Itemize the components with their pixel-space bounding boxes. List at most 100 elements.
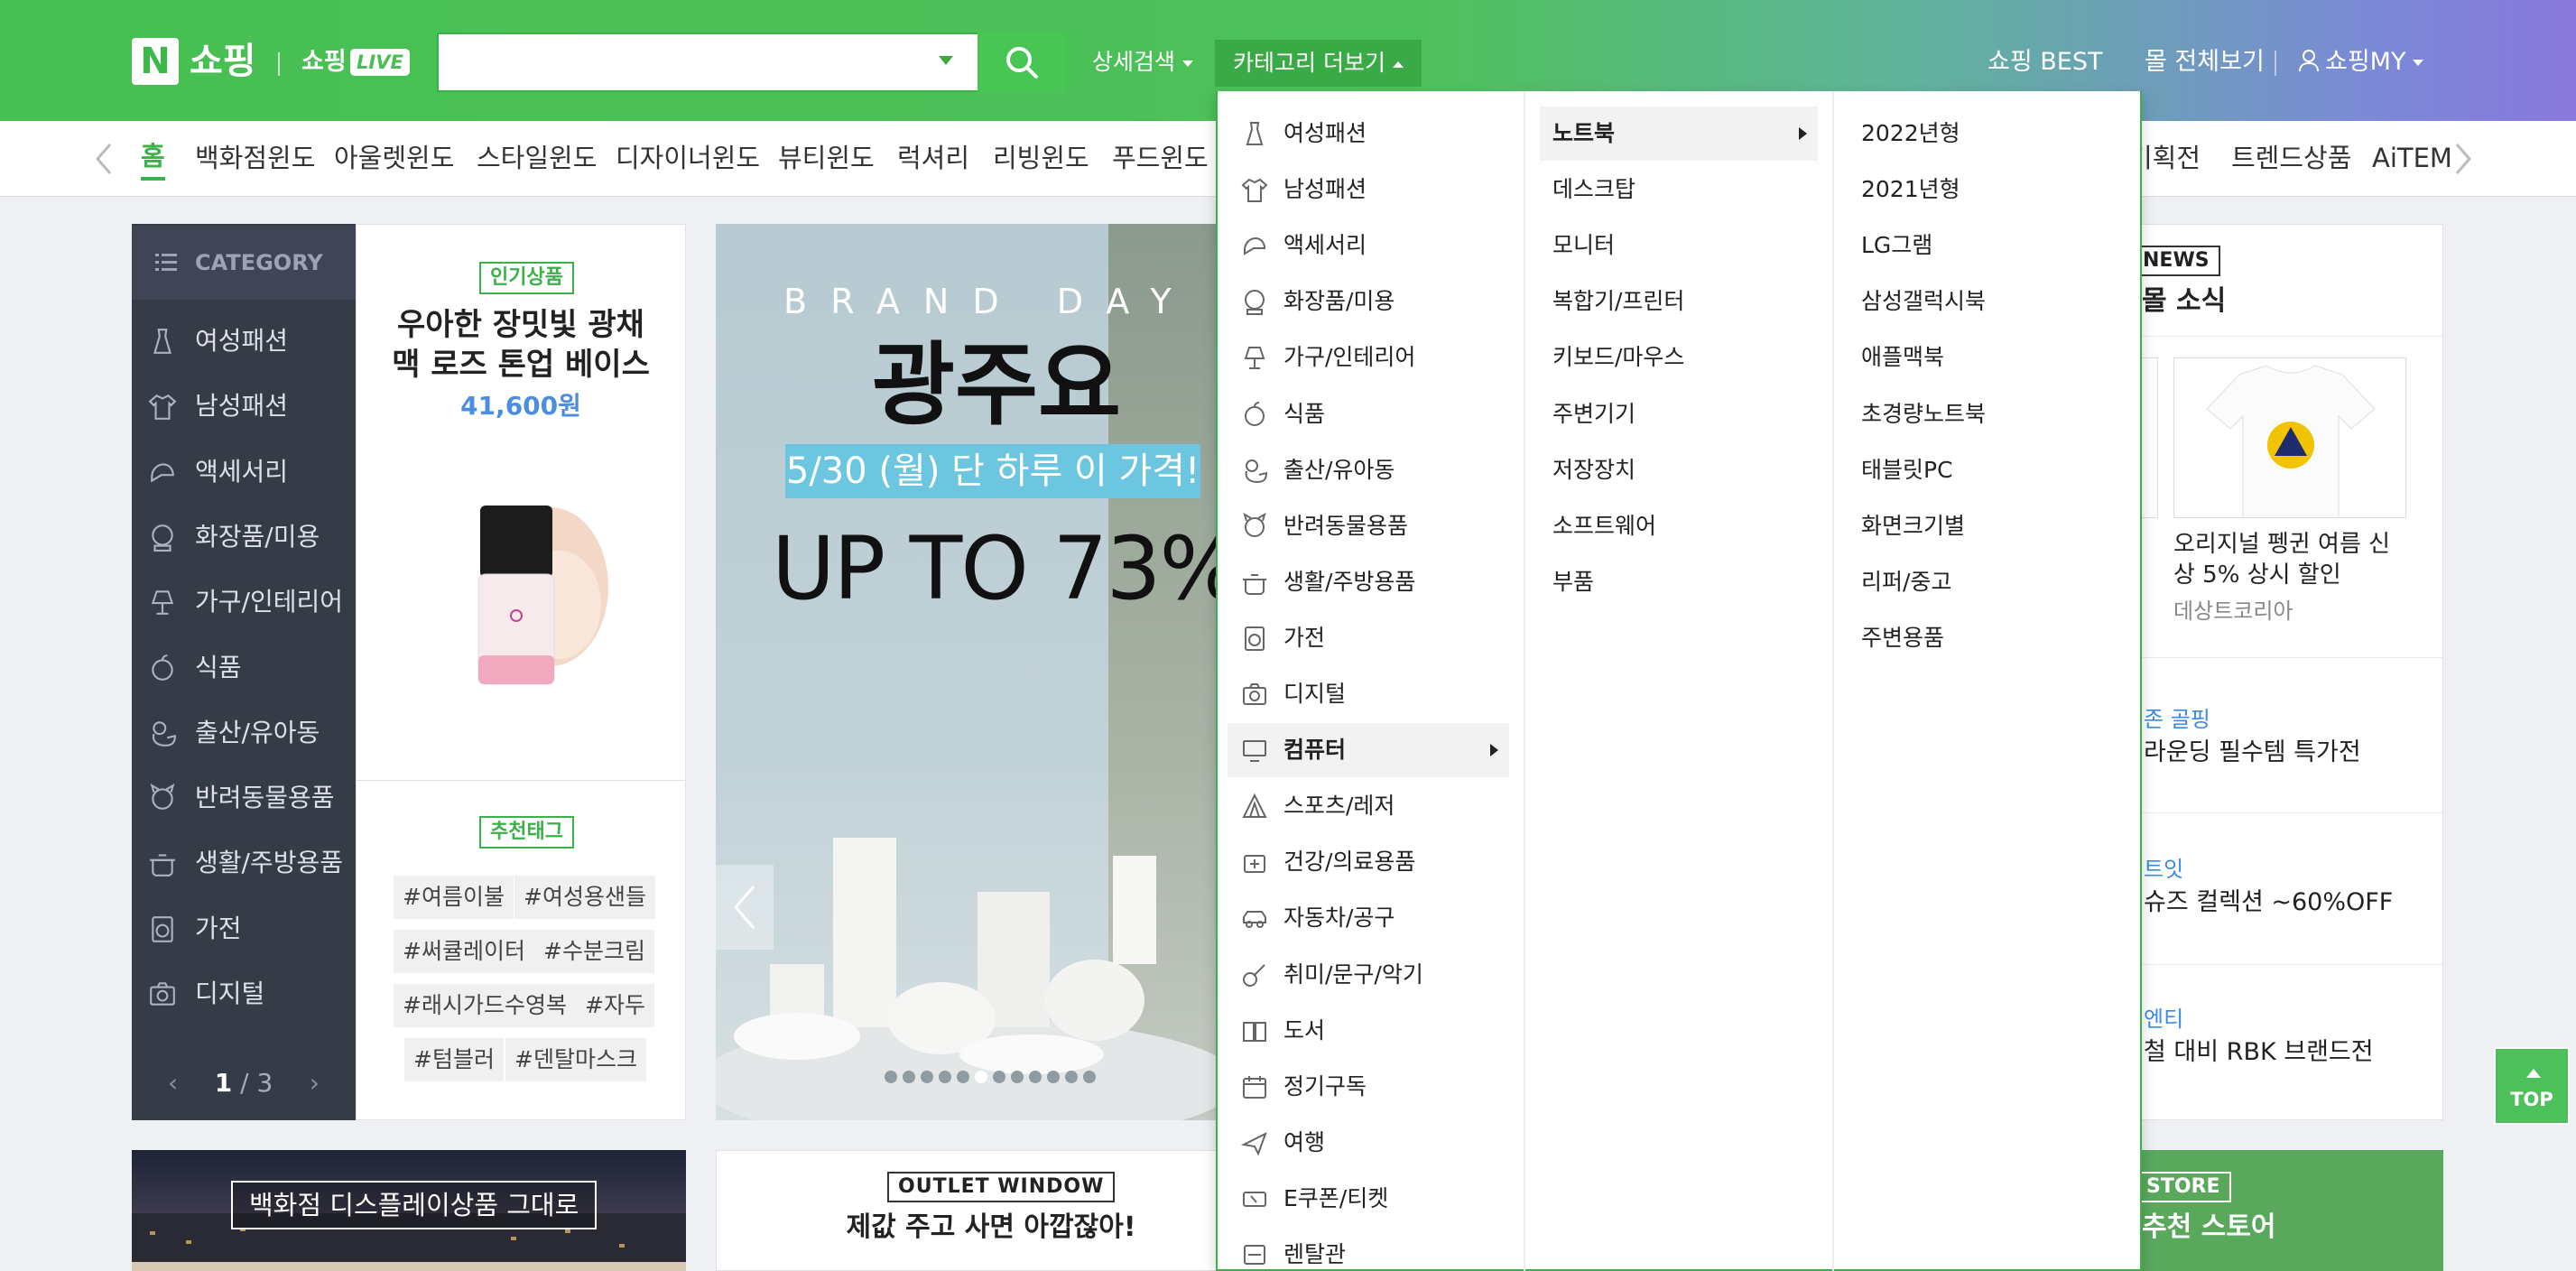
dropdown-level1-item[interactable]: 취미/문구/악기 xyxy=(1228,948,1509,1002)
naver-logo[interactable]: N xyxy=(132,38,179,85)
category-item[interactable]: 식품 xyxy=(132,636,356,700)
detail-search-button[interactable]: 상세검색 xyxy=(1092,44,1194,80)
category-item[interactable]: 남성패션 xyxy=(132,374,356,439)
news-link-mall[interactable]: 엔티 xyxy=(2144,1004,2183,1034)
hashtag-chip[interactable]: #래시가드수영복 xyxy=(394,984,576,1027)
nav-item-food[interactable]: 푸드윈도 xyxy=(1112,135,1209,181)
category-more-button[interactable]: 카테고리 더보기 xyxy=(1215,40,1422,87)
dropdown-level1-item[interactable]: 식품 xyxy=(1228,387,1509,441)
dropdown-level3-item[interactable]: LG그램 xyxy=(1849,218,2119,273)
news-link-desc[interactable]: 철 대비 RBK 브랜드전 xyxy=(2144,1036,2374,1069)
dropdown-level2-item[interactable]: 부품 xyxy=(1540,555,1818,609)
category-item[interactable]: 화장품/미용 xyxy=(132,505,356,570)
nav-item-department[interactable]: 백화점윈도 xyxy=(195,135,315,181)
nav-item-aitem[interactable]: AiTEM xyxy=(2372,135,2452,181)
all-malls-link[interactable]: 몰 전체보기 xyxy=(2145,44,2265,80)
shopping-live-text[interactable]: 쇼핑 xyxy=(301,45,347,79)
search-input[interactable] xyxy=(437,32,978,92)
hashtag-chip[interactable]: #수분크림 xyxy=(534,930,654,973)
news-item-title[interactable]: 오리지널 펭귄 여름 신 상 5% 상시 할인 xyxy=(2173,529,2426,590)
news-link-mall[interactable]: 트잇 xyxy=(2144,854,2183,885)
dropdown-level2-item[interactable]: 데스크탑 xyxy=(1540,162,1818,217)
nav-item-outlet[interactable]: 아울렛윈도 xyxy=(334,135,454,181)
news-link-mall[interactable]: 존 골핑 xyxy=(2144,704,2210,735)
news-thumbnail-partial[interactable] xyxy=(2142,357,2158,518)
dropdown-level1-item[interactable]: 디지털 xyxy=(1228,667,1509,721)
hashtag-chip[interactable]: #자두 xyxy=(576,984,654,1027)
pager-next-icon[interactable]: › xyxy=(310,1045,320,1121)
live-badge[interactable]: LIVE xyxy=(350,49,410,76)
banner-dot[interactable] xyxy=(1029,1071,1042,1083)
dropdown-level1-item[interactable]: 건강/의료용품 xyxy=(1228,835,1509,889)
dropdown-level1-item[interactable]: 도서 xyxy=(1228,1004,1509,1058)
nav-item-designer[interactable]: 디자이너윈도 xyxy=(616,135,760,181)
news-thumbnail[interactable] xyxy=(2173,357,2406,518)
dropdown-level3-item[interactable]: 화면크기별 xyxy=(1849,499,2119,553)
dropdown-level1-item[interactable]: 남성패션 xyxy=(1228,162,1509,217)
dropdown-level3-item[interactable]: 주변용품 xyxy=(1849,611,2119,665)
nav-item-trend[interactable]: 트렌드상품 xyxy=(2231,135,2351,181)
banner-dot[interactable] xyxy=(1011,1071,1024,1083)
dropdown-level1-item[interactable]: 출산/유아동 xyxy=(1228,443,1509,497)
dropdown-level1-item[interactable]: E쿠폰/티켓 xyxy=(1228,1172,1509,1226)
banner-dot[interactable] xyxy=(885,1071,897,1083)
category-item[interactable]: 반려동물용품 xyxy=(132,765,356,830)
dropdown-level2-item[interactable]: 저장장치 xyxy=(1540,443,1818,497)
banner-dot[interactable] xyxy=(903,1071,915,1083)
nav-item-beauty[interactable]: 뷰티윈도 xyxy=(778,135,875,181)
nav-item-luxury[interactable]: 럭셔리 xyxy=(897,135,969,181)
dropdown-level1-item[interactable]: 가구/인테리어 xyxy=(1228,330,1509,385)
dropdown-level1-item[interactable]: 렌탈관 xyxy=(1228,1228,1509,1271)
dropdown-level3-item[interactable]: 애플맥북 xyxy=(1849,330,2119,385)
dropdown-level1-item[interactable]: 스포츠/레저 xyxy=(1228,779,1509,833)
dropdown-level3-item[interactable]: 2022년형 xyxy=(1849,107,2119,161)
hashtag-chip[interactable]: #덴탈마스크 xyxy=(505,1038,646,1081)
dropdown-level3-item[interactable]: 태블릿PC xyxy=(1849,443,2119,497)
dropdown-level2-item[interactable]: 노트북 xyxy=(1540,107,1818,161)
search-button[interactable] xyxy=(978,32,1066,92)
category-item[interactable]: 가전 xyxy=(132,896,356,961)
product-title[interactable]: 우아한 장밋빛 광채 맥 로즈 톤업 베이스 xyxy=(356,305,686,385)
dropdown-level1-item[interactable]: 여행 xyxy=(1228,1116,1509,1170)
nav-next-chevron-icon[interactable] xyxy=(2453,143,2473,175)
category-item[interactable]: 여성패션 xyxy=(132,309,356,374)
banner-dot[interactable] xyxy=(1047,1071,1060,1083)
hashtag-chip[interactable]: #텀블러 xyxy=(404,1038,504,1081)
dropdown-level3-item[interactable]: 리퍼/중고 xyxy=(1849,555,2119,609)
banner-dot[interactable] xyxy=(1065,1071,1078,1083)
shopping-my-button[interactable]: 쇼핑MY xyxy=(2298,44,2424,80)
category-item[interactable]: 가구/인테리어 xyxy=(132,570,356,635)
category-item[interactable]: 액세서리 xyxy=(132,440,356,505)
banner-prev-button[interactable] xyxy=(716,865,774,950)
pager-prev-icon[interactable]: ‹ xyxy=(168,1045,178,1121)
banner-dot[interactable] xyxy=(975,1071,987,1083)
nav-item-home[interactable]: 홈 xyxy=(141,135,165,181)
dropdown-level1-item[interactable]: 생활/주방용품 xyxy=(1228,555,1509,609)
banner-dot[interactable] xyxy=(939,1071,951,1083)
dropdown-level1-item[interactable]: 액세서리 xyxy=(1228,218,1509,273)
dropdown-level2-item[interactable]: 모니터 xyxy=(1540,218,1818,273)
dropdown-level3-item[interactable]: 2021년형 xyxy=(1849,162,2119,217)
dropdown-level1-item[interactable]: 컴퓨터 xyxy=(1228,723,1509,778)
shopping-best-link[interactable]: 쇼핑 BEST xyxy=(1988,44,2102,80)
banner-dot[interactable] xyxy=(957,1071,969,1083)
nav-prev-chevron-icon[interactable] xyxy=(94,143,114,175)
banner-dot[interactable] xyxy=(1083,1071,1096,1083)
hashtag-chip[interactable]: #써큘레이터 xyxy=(394,930,534,973)
dropdown-level2-item[interactable]: 주변기기 xyxy=(1540,387,1818,441)
dropdown-level1-item[interactable]: 여성패션 xyxy=(1228,107,1509,161)
category-item[interactable]: 출산/유아동 xyxy=(132,700,356,765)
dropdown-level2-item[interactable]: 키보드/마우스 xyxy=(1540,330,1818,385)
category-item[interactable]: 디지털 xyxy=(132,961,356,1026)
hashtag-chip[interactable]: #여성용샌들 xyxy=(514,876,655,919)
dropdown-level2-item[interactable]: 복합기/프린터 xyxy=(1540,274,1818,329)
dropdown-level2-item[interactable]: 소프트웨어 xyxy=(1540,499,1818,553)
scroll-top-button[interactable]: TOP xyxy=(2494,1047,2570,1125)
nav-item-style[interactable]: 스타일윈도 xyxy=(477,135,597,181)
shopping-logo-text[interactable]: 쇼핑 xyxy=(190,36,256,87)
dropdown-level3-item[interactable]: 삼성갤럭시북 xyxy=(1849,274,2119,329)
category-item[interactable]: 생활/주방용품 xyxy=(132,830,356,895)
dropdown-level1-item[interactable]: 자동차/공구 xyxy=(1228,891,1509,945)
news-link-desc[interactable]: 슈즈 컬렉션 ~60%OFF xyxy=(2144,886,2393,919)
hashtag-chip[interactable]: #여름이불 xyxy=(394,876,514,919)
